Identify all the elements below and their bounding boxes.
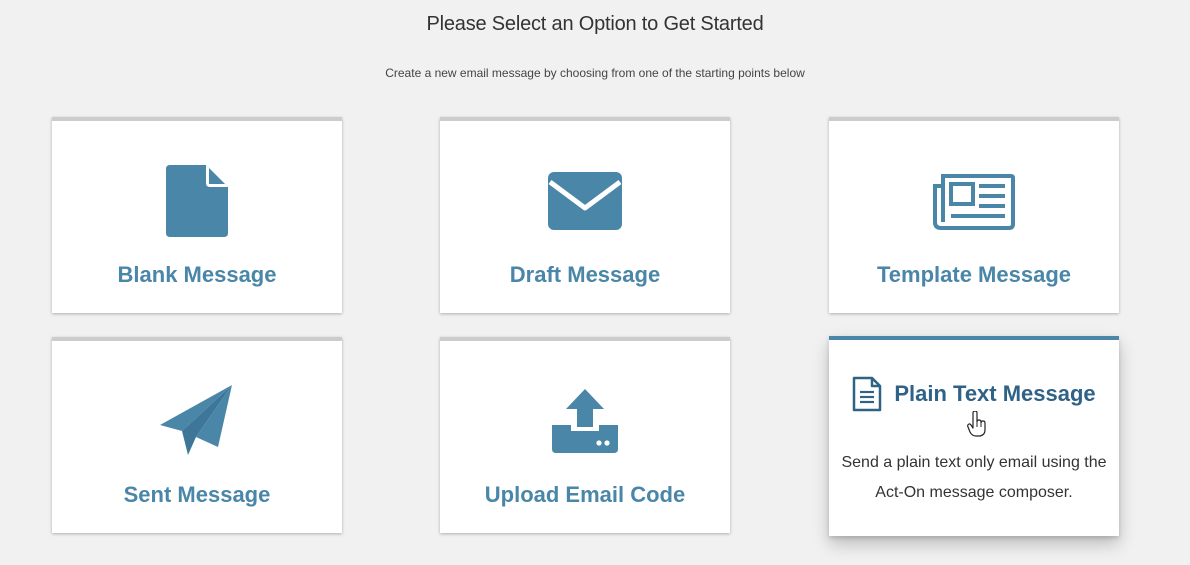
template-message-label: Template Message <box>876 262 1071 287</box>
upload-email-code-label: Upload Email Code <box>484 482 686 507</box>
sent-message-card[interactable]: Sent Message <box>52 337 342 533</box>
envelope-icon <box>440 161 730 241</box>
blank-message-card[interactable]: Blank Message <box>52 117 342 313</box>
upload-icon <box>440 381 730 461</box>
draft-message-card[interactable]: Draft Message <box>440 117 730 313</box>
sent-message-label: Sent Message <box>123 482 271 507</box>
template-message-card[interactable]: Template Message <box>829 117 1119 313</box>
document-icon <box>52 161 342 241</box>
page-subtitle: Create a new email message by choosing f… <box>385 66 805 80</box>
plain-text-message-header: Plain Text Message <box>829 376 1119 412</box>
draft-message-label: Draft Message <box>509 262 661 287</box>
plain-text-message-label: Plain Text Message <box>894 381 1096 406</box>
blank-message-label: Blank Message <box>117 262 277 287</box>
hand-cursor-icon <box>967 411 986 437</box>
plain-text-message-description: Send a plain text only email using the A… <box>841 454 1107 501</box>
text-document-icon <box>853 376 882 412</box>
upload-email-code-card[interactable]: Upload Email Code <box>440 337 730 533</box>
newspaper-icon <box>829 161 1119 241</box>
page-title: Please Select an Option to Get Started <box>426 13 764 35</box>
paper-plane-icon <box>52 381 342 461</box>
